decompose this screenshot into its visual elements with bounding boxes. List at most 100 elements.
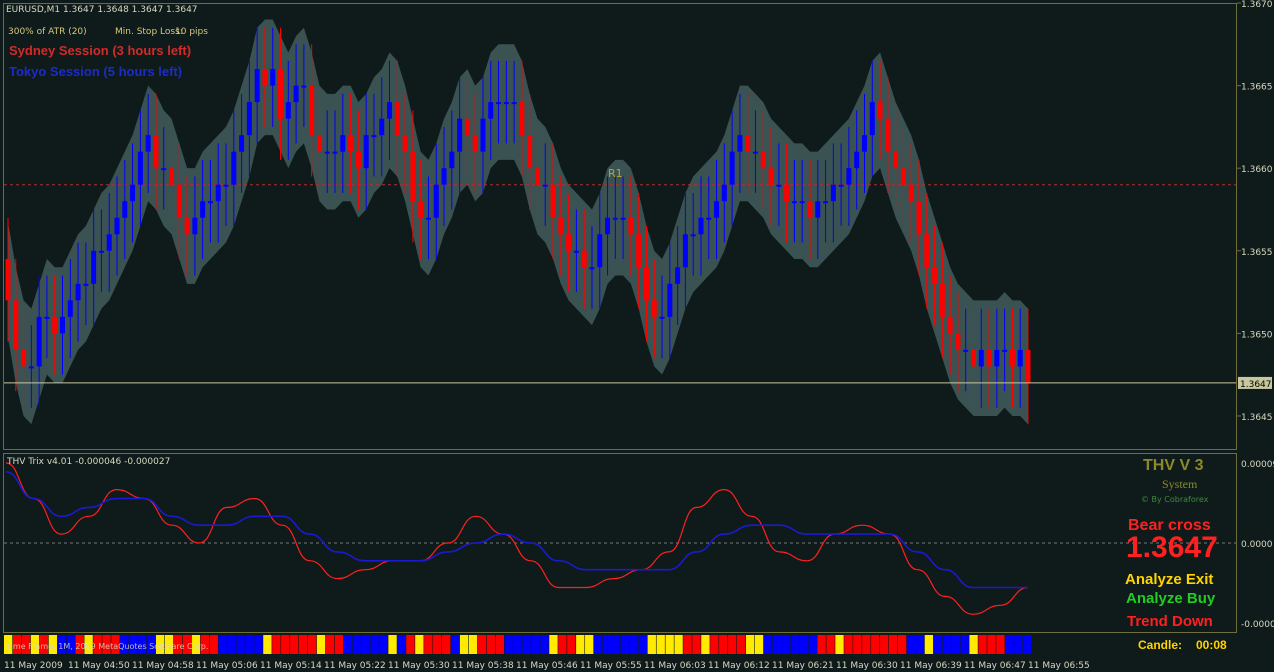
session-bar-cell [254, 635, 263, 654]
session-bar-cell [799, 635, 808, 654]
bearish-candle [643, 267, 649, 301]
session-bar-cell [611, 635, 621, 654]
bullish-candle [122, 201, 128, 218]
bearish-candle [558, 217, 564, 235]
bearish-candle [970, 349, 976, 367]
bearish-candle [550, 184, 556, 218]
bullish-candle [332, 151, 338, 154]
bullish-candle [838, 184, 844, 187]
session-bar-cell [406, 635, 415, 654]
bearish-candle [768, 168, 774, 185]
session-bar-cell [826, 635, 835, 654]
bullish-candle [721, 184, 727, 202]
bearish-candle [472, 135, 478, 152]
bullish-candle [379, 118, 385, 136]
bearish-candle [566, 234, 572, 251]
bullish-candle [1017, 349, 1023, 367]
bullish-candle [324, 151, 330, 154]
bearish-candle [464, 118, 470, 136]
sydney-session-label: Sydney Session (3 hours left) [9, 43, 192, 58]
session-bar-cell [236, 635, 245, 654]
session-bar-cell [871, 635, 880, 654]
session-bar-cell [1023, 635, 1032, 654]
session-bar-cell [316, 635, 326, 654]
time-axis-label: 11 May 05:06 [196, 661, 258, 671]
stop-loss-label: Min. Stop Loss: [115, 27, 183, 37]
session-bar-cell [933, 635, 943, 654]
time-axis-label: 11 May 06:03 [644, 661, 706, 671]
bearish-candle [316, 135, 322, 152]
bearish-candle [877, 102, 883, 119]
session-bar-cell [245, 635, 254, 654]
bearish-candle [1009, 349, 1015, 367]
thv-system: System [1162, 477, 1198, 491]
bearish-candle [900, 168, 906, 185]
session-bar-cell [656, 635, 665, 654]
session-bar-cell [906, 635, 916, 654]
session-bar-cell [477, 635, 487, 654]
time-axis-label: 11 May 05:46 [516, 661, 578, 671]
time-axis-label: 11 May 2009 [4, 661, 63, 671]
bearish-candle [784, 184, 790, 202]
session-bar-cell [540, 635, 549, 654]
bullish-candle [192, 217, 198, 235]
time-axis-label: 11 May 04:58 [132, 661, 194, 671]
session-bar-cell [719, 635, 728, 654]
session-bar-cell [468, 635, 478, 654]
session-bar-cell [960, 635, 969, 654]
bearish-candle [908, 184, 914, 202]
bearish-candle [628, 217, 634, 235]
bullish-candle [612, 217, 618, 220]
symbol-header: EURUSD,M1 1.3647 1.3648 1.3647 1.3647 [6, 5, 198, 15]
bullish-candle [799, 201, 805, 204]
bearish-candle [5, 259, 11, 301]
session-bar-cell [522, 635, 531, 654]
bullish-candle [293, 85, 299, 103]
session-bar-cell [1014, 635, 1023, 654]
session-bar-cell [424, 635, 433, 654]
session-bar-cell [513, 635, 522, 654]
bearish-candle [410, 151, 416, 202]
session-bar-cell [486, 635, 496, 654]
bullish-candle [200, 201, 206, 218]
bullish-candle [67, 300, 73, 317]
bullish-candle [75, 283, 81, 301]
session-bar-cell [888, 635, 898, 654]
bearish-candle [418, 201, 424, 218]
time-axis-label: 11 May 06:12 [708, 661, 770, 671]
bullish-candle [752, 151, 758, 154]
analyze-exit-text: Analyze Exit [1125, 571, 1214, 588]
candle-time: 00:08 [1196, 638, 1227, 652]
time-axis-label: 11 May 05:22 [324, 661, 386, 671]
bullish-candle [597, 234, 603, 268]
session-bar-cell [710, 635, 719, 654]
session-bar-cell [290, 635, 299, 654]
bullish-candle [425, 217, 431, 220]
timeframe-overlay: Time Frame: 1M, 2009 MetaQuotes Software… [6, 642, 209, 651]
bullish-candle [737, 135, 743, 152]
bearish-candle [807, 201, 813, 218]
bullish-candle [729, 151, 735, 185]
session-bar-cell [1005, 635, 1014, 654]
bullish-candle [215, 184, 221, 202]
session-bar-cell [361, 635, 370, 654]
bullish-candle [239, 135, 245, 152]
session-bar-cell [352, 635, 361, 654]
bullish-candle [503, 102, 509, 105]
bullish-candle [114, 217, 120, 235]
bearish-candle [52, 316, 58, 334]
bullish-candle [706, 217, 712, 220]
session-color-bar: 11 May 2009 11 May 04:50 11 May 04:58 11 Ma… [4, 635, 1090, 671]
session-bar-cell [772, 635, 782, 654]
session-bar-cell [504, 635, 513, 654]
bearish-candle [924, 234, 930, 268]
bullish-candle [83, 283, 89, 286]
session-bar-cell [415, 635, 424, 654]
session-bar-cell [808, 635, 817, 654]
session-bar-cell [942, 635, 951, 654]
session-bar-cell [227, 635, 236, 654]
time-axis-label: 11 May 06:47 [964, 661, 1026, 671]
bearish-candle [986, 349, 992, 367]
bullish-candle [371, 135, 377, 138]
session-bar-cell [459, 635, 469, 654]
